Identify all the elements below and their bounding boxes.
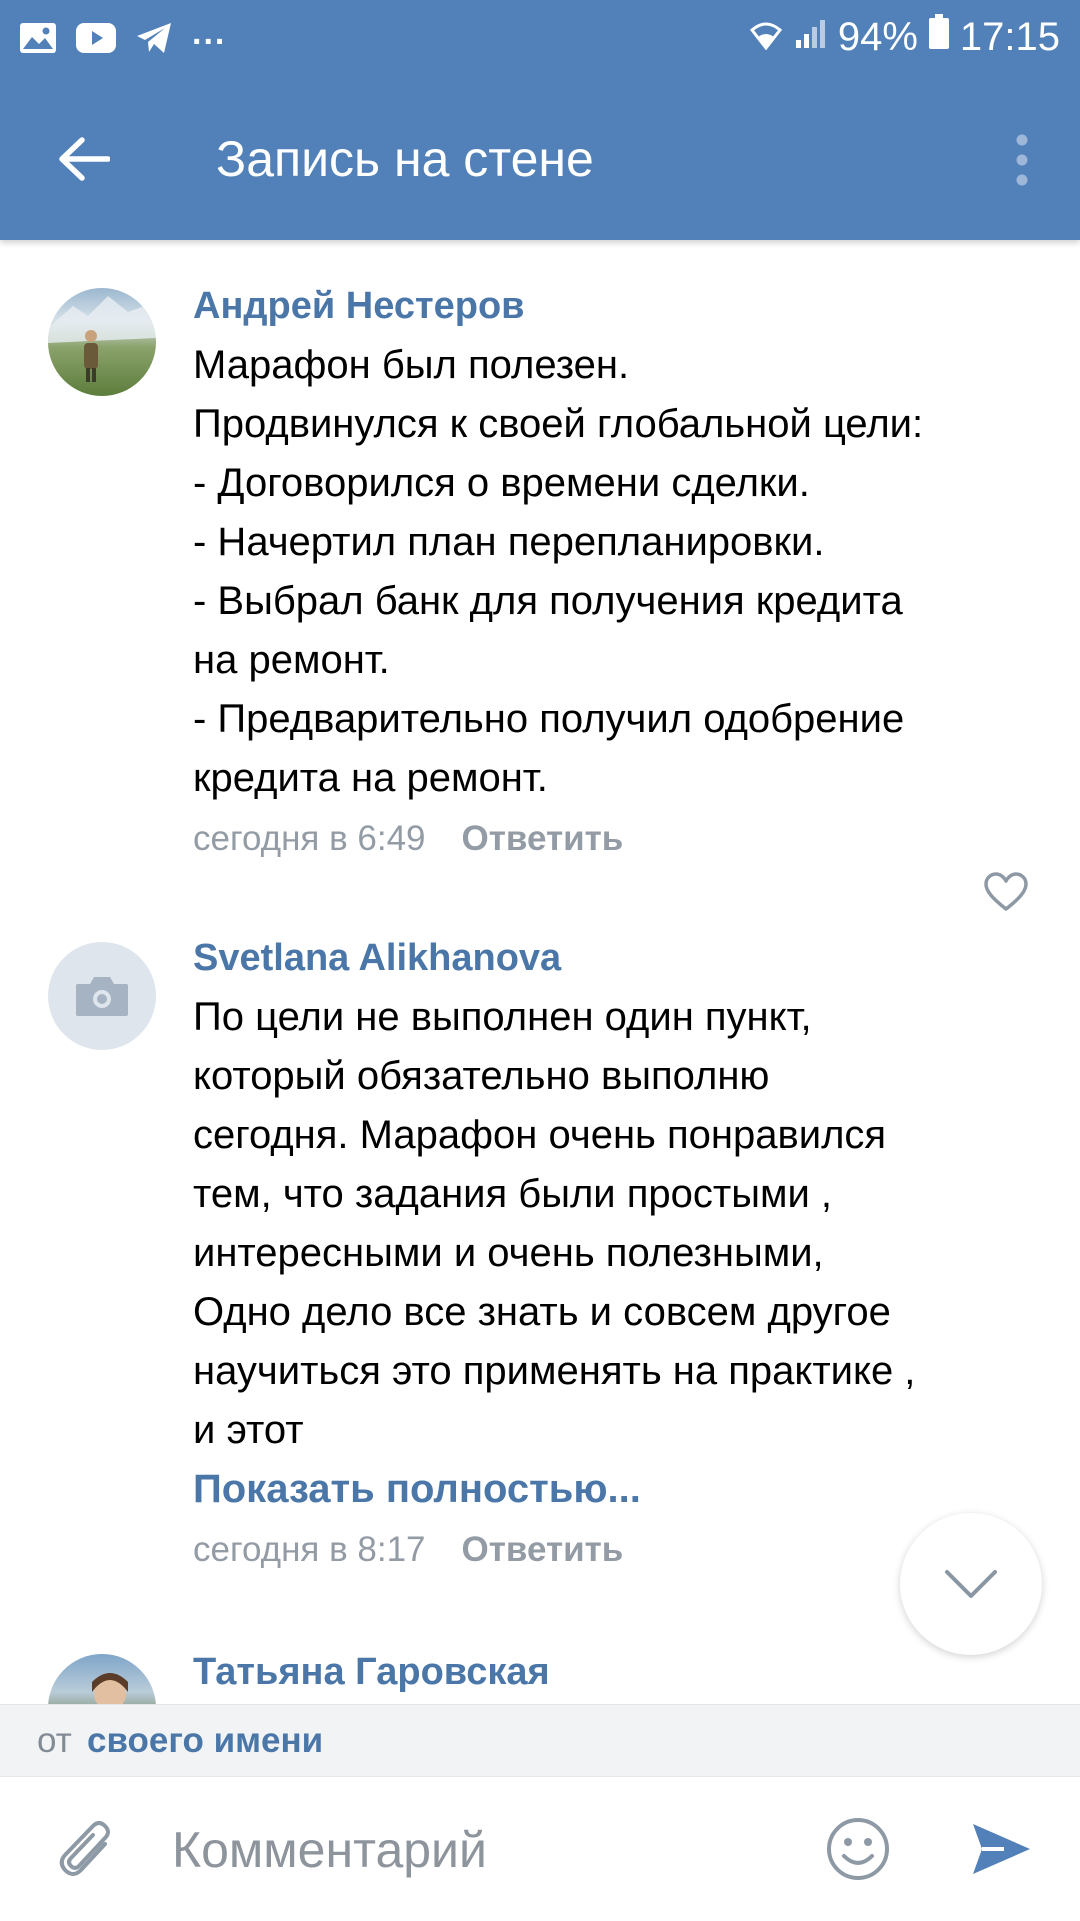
signal-icon	[794, 15, 828, 60]
comment-text-line: научиться это применять на практике ,	[193, 1349, 916, 1393]
send-icon	[973, 1824, 1030, 1874]
overflow-menu-button[interactable]	[992, 124, 1052, 196]
more-vertical-icon	[1016, 134, 1028, 186]
telegram-icon	[134, 18, 174, 58]
wifi-icon	[748, 15, 784, 60]
comment-text-line: кредита на ремонт.	[193, 756, 548, 800]
comment-text-line: Марафон был полезен.	[193, 343, 630, 387]
clock: 17:15	[959, 14, 1060, 59]
heart-icon	[984, 872, 1028, 911]
send-button[interactable]	[965, 1813, 1037, 1885]
youtube-icon	[76, 18, 116, 58]
comment-text-line: - Выбрал банк для получения кредита	[193, 579, 903, 623]
comments-list[interactable]: Андрей Нестеров Марафон был полезен. Про…	[0, 240, 1080, 1704]
comment-text-line: По цели не выполнен один пункт,	[193, 995, 812, 1039]
camera-icon	[76, 977, 128, 1016]
comment-text-line: на ремонт.	[193, 638, 390, 682]
toolbar: Запись на стене	[0, 78, 1080, 240]
comment-text-line: интересными и очень полезными,	[193, 1231, 824, 1275]
comment-text-line: - Договорился о времени сделки.	[193, 461, 810, 505]
comment-time: сегодня в 8:17	[193, 1530, 426, 1569]
post-as-selector[interactable]: своего имени	[87, 1705, 323, 1777]
attach-button[interactable]	[50, 1813, 122, 1885]
avatar[interactable]	[48, 288, 156, 396]
back-button[interactable]	[48, 123, 120, 195]
comment-text-line: - Начертил план перепланировки.	[193, 520, 825, 564]
like-button[interactable]	[982, 868, 1030, 916]
avatar[interactable]	[48, 942, 156, 1050]
avatar[interactable]	[48, 1654, 156, 1704]
emoji-button[interactable]	[822, 1813, 894, 1885]
comment-time: сегодня в 6:49	[193, 819, 426, 858]
page-title: Запись на стене	[216, 131, 594, 187]
comment-text-line: Одно дело все знать и совсем другое	[193, 1290, 891, 1334]
comment-author[interactable]: Татьяна Гаровская	[193, 1650, 1043, 1694]
comment-author[interactable]: Андрей Нестеров	[193, 284, 1043, 328]
show-more-link[interactable]: Показать полностью...	[193, 1460, 1043, 1519]
app-header: ... 94% 17:15 Запись на стене	[0, 0, 1080, 240]
arrow-left-icon	[59, 137, 110, 181]
person-photo-icon	[92, 1673, 128, 1704]
comment-author[interactable]: Svetlana Alikhanova	[193, 936, 1043, 980]
comment-text-line: тем, что задания были простыми ,	[193, 1172, 833, 1216]
reply-button[interactable]: Ответить	[462, 816, 624, 862]
comment-input[interactable]	[170, 1811, 774, 1889]
battery-percent: 94%	[837, 14, 918, 59]
reply-button[interactable]: Ответить	[462, 1527, 624, 1573]
comment-text: Марафон был полезен. Продвинулся к своей…	[193, 336, 1043, 808]
post-as-prefix: от	[37, 1721, 72, 1760]
scroll-down-button[interactable]	[900, 1513, 1042, 1655]
comment-text-line: Продвинулся к своей глобальной цели:	[193, 402, 924, 446]
comment-text: По цели не выполнен один пункт, который …	[193, 988, 1043, 1460]
comment-text-line: сегодня. Марафон очень понравился	[193, 1113, 887, 1157]
comment-composer	[0, 1776, 1080, 1921]
paperclip-icon	[59, 1821, 110, 1876]
post-as-bar: от своего имени	[0, 1704, 1080, 1777]
comment-meta: сегодня в 6:49 Ответить	[193, 816, 1043, 862]
comment-text-line: и этот	[193, 1408, 304, 1452]
battery-icon	[928, 14, 950, 60]
chevron-down-icon	[945, 1570, 997, 1598]
more-notifications-indicator: ...	[192, 13, 227, 52]
person-photo-icon	[48, 296, 156, 382]
comment-text-line: - Предварительно получил одобрение	[193, 697, 905, 741]
comment-text-line: который обязательно выполню	[193, 1054, 770, 1098]
image-icon	[18, 18, 58, 58]
smiley-icon	[827, 1818, 889, 1880]
status-bar: ... 94% 17:15	[0, 0, 1080, 78]
